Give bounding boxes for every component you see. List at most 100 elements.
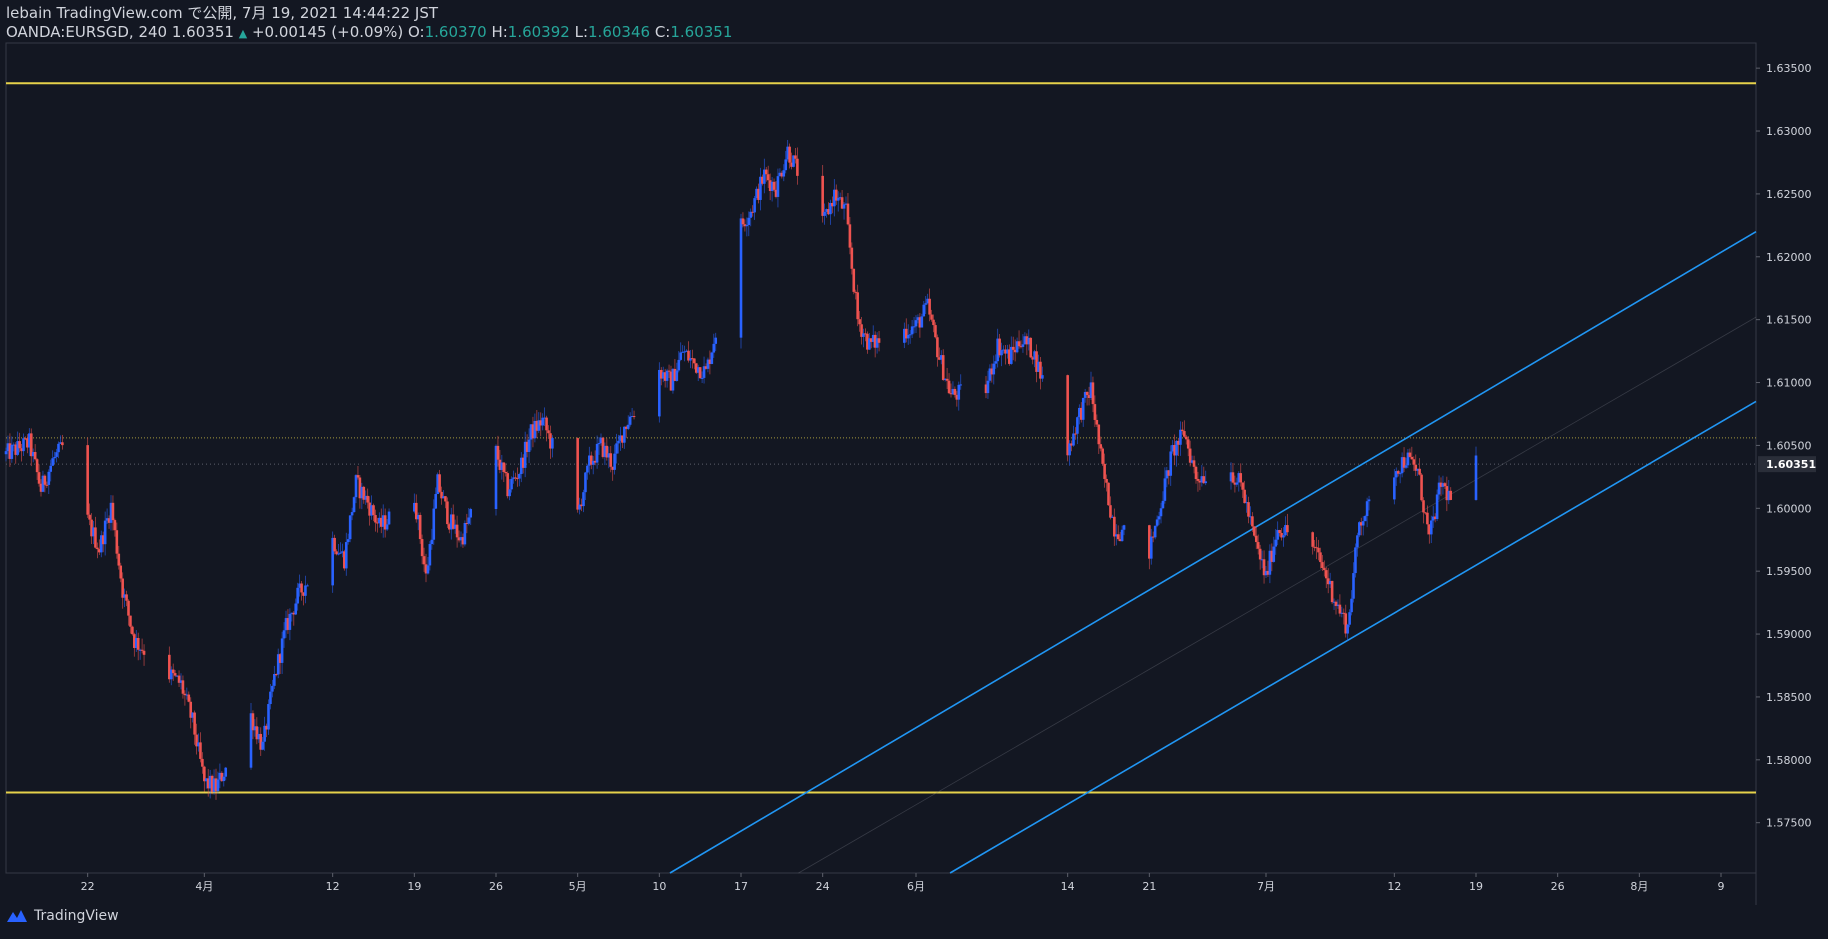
candle-body <box>945 378 949 381</box>
candle-body <box>842 204 846 209</box>
candle-body <box>551 438 554 449</box>
candle-body <box>934 325 937 338</box>
candle-body <box>1184 436 1188 440</box>
candle-body <box>712 343 716 353</box>
candle-body <box>1420 474 1423 501</box>
candle-body <box>455 524 459 538</box>
time-tick-label: 6月 <box>907 880 925 893</box>
candle-body <box>1103 463 1106 479</box>
candle-body <box>467 517 471 524</box>
candle-body <box>667 370 671 372</box>
candle-body <box>1235 482 1239 485</box>
candle-body <box>796 158 799 176</box>
candle-body <box>339 552 342 554</box>
candle-body <box>37 472 41 484</box>
price-tick-label: 1.62500 <box>1766 188 1812 201</box>
candle-body <box>224 767 228 777</box>
candle-body <box>739 218 743 338</box>
last-price-label: 1.60351 <box>1766 458 1816 471</box>
candle-body <box>1426 512 1429 525</box>
candle-body <box>1091 382 1095 405</box>
candle-body <box>766 174 770 181</box>
candle-body <box>366 495 369 503</box>
price-tick-label: 1.59500 <box>1766 565 1812 578</box>
candle-body <box>269 691 272 705</box>
candle-body <box>201 758 204 767</box>
candle-body <box>333 537 336 552</box>
candle-body <box>1017 341 1021 347</box>
candle-body <box>420 539 424 557</box>
candle-body <box>1085 391 1089 396</box>
candle-body <box>418 514 422 540</box>
time-tick-label: 5月 <box>569 880 587 893</box>
candle-body <box>94 527 97 548</box>
price-tick-label: 1.63500 <box>1766 62 1812 75</box>
candle-body <box>1443 483 1447 487</box>
candle-body <box>103 520 107 545</box>
open-label: O: <box>408 23 425 41</box>
candle-body <box>617 440 620 444</box>
candle-body <box>1000 350 1003 356</box>
time-tick-label: 4月 <box>195 880 213 893</box>
candle-body <box>61 442 64 446</box>
time-tick-label: 19 <box>1469 880 1483 893</box>
candle-body <box>496 445 500 460</box>
price-tick-label: 1.57500 <box>1766 817 1812 830</box>
candle-body <box>33 452 37 460</box>
close-value: 1.60351 <box>670 23 733 41</box>
candle-body <box>356 475 360 478</box>
candle-body <box>508 489 511 497</box>
chart-header: lebain TradingView.com で公開, 7月 19, 2021 … <box>6 4 732 42</box>
candle-body <box>922 304 926 317</box>
candle-body <box>1330 580 1334 603</box>
candle-body <box>1196 478 1200 481</box>
candle-body <box>679 352 683 360</box>
candle-body <box>337 553 340 555</box>
candle-body <box>1323 568 1326 571</box>
price-tick-label: 1.61500 <box>1766 314 1812 327</box>
low-label: L: <box>574 23 589 41</box>
time-tick-label: 26 <box>489 880 503 893</box>
candle-body <box>576 438 579 510</box>
candle-body <box>1321 562 1324 569</box>
time-tick-label: 9 <box>1718 880 1725 893</box>
candle-body <box>1149 536 1153 559</box>
candle-body <box>504 471 508 474</box>
candle-body <box>595 443 599 463</box>
candle-body <box>426 565 430 574</box>
candle-body <box>932 319 935 326</box>
time-tick-label: 21 <box>1142 880 1156 893</box>
price-tick-label: 1.58000 <box>1766 754 1812 767</box>
candle-body <box>852 268 856 292</box>
candle-body <box>282 630 286 639</box>
candle-body <box>1404 465 1408 468</box>
candle-body <box>1155 519 1159 526</box>
candle-body <box>1204 481 1208 484</box>
candle-body <box>910 326 914 335</box>
candle-body <box>764 169 768 175</box>
price-tick-label: 1.60500 <box>1766 439 1812 452</box>
candle-body <box>1361 521 1365 526</box>
candle-body <box>1398 473 1402 475</box>
candle-body <box>434 494 438 509</box>
candle-body <box>1109 505 1112 518</box>
tradingview-footer[interactable]: TradingView <box>6 908 119 924</box>
change-value: +0.00145 (+0.09%) <box>251 23 404 41</box>
candle-body <box>1243 489 1246 504</box>
time-tick-label: 17 <box>734 880 748 893</box>
candle-body <box>858 319 861 325</box>
candle-body <box>541 417 544 426</box>
candle-body <box>584 472 587 493</box>
tradingview-logo-icon <box>7 910 27 922</box>
candle-body <box>1076 417 1079 434</box>
candle-body <box>994 361 998 364</box>
candle-body <box>372 505 375 516</box>
candle-body <box>273 674 276 686</box>
candle-body <box>45 484 49 486</box>
candle-body <box>1161 500 1165 509</box>
price-tick-label: 1.60000 <box>1766 502 1812 515</box>
price-chart[interactable]: 1.57500 1.58000 1.58500 1.59000 1.59500 1.600… <box>0 0 1828 939</box>
candle-body <box>127 600 130 616</box>
candle-body <box>821 175 824 216</box>
candle-body <box>1350 598 1353 613</box>
